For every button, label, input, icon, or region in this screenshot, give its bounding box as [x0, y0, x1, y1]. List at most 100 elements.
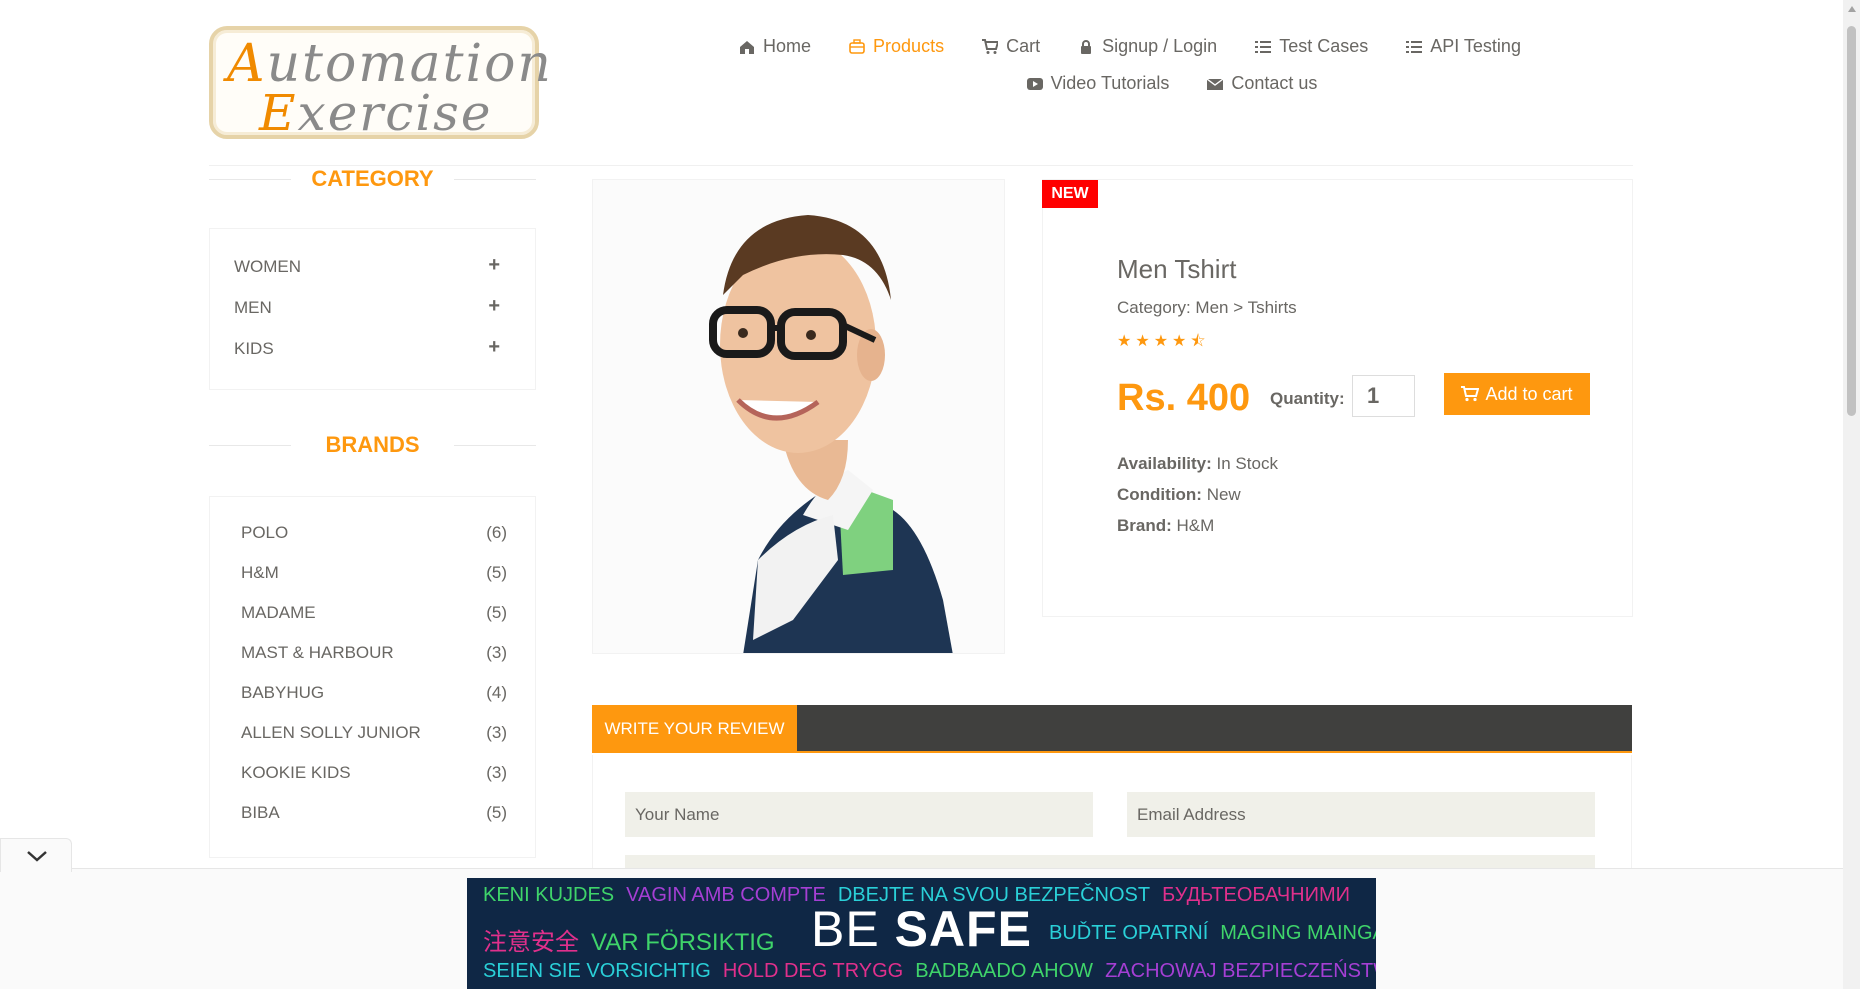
brand-name: POLO — [241, 523, 289, 542]
category-title-text: CATEGORY — [311, 166, 434, 191]
nav-video-tutorials[interactable]: Video Tutorials — [1026, 73, 1169, 94]
list-icon — [1255, 40, 1272, 53]
review-email-input[interactable] — [1127, 792, 1595, 837]
envelope-icon — [1207, 77, 1224, 90]
condition: Condition: New — [1117, 485, 1241, 505]
brand-count: (5) — [486, 803, 507, 822]
brand-count: (6) — [486, 523, 507, 542]
cart-icon — [1461, 386, 1480, 402]
brands-title-text: BRANDS — [325, 432, 420, 457]
brands-panel: POLO (6) H&M (5) MADAME (5) MAST & HARBOUR (3) B… — [209, 496, 536, 858]
ad-headline: BE SAFE — [811, 900, 1032, 958]
rating-stars: ★★★★⯪ — [1117, 330, 1210, 357]
brand-count: (5) — [486, 603, 507, 622]
nav-row-1: Home Products Cart Signup / Login Test Cases… — [700, 36, 1560, 57]
ad-phrase: SEIEN SIE VORSICHTIG — [483, 960, 711, 982]
logo-line2: Exercise — [259, 84, 492, 142]
main-nav: Home Products Cart Signup / Login Test Cases… — [700, 36, 1560, 94]
nav-cart[interactable]: Cart — [982, 36, 1040, 57]
scrollbar-thumb[interactable] — [1847, 26, 1856, 416]
cart-icon — [982, 38, 999, 54]
nav-label: Cart — [1006, 36, 1041, 56]
star-half-icon: ⯪ — [1190, 333, 1210, 350]
nav-label: Test Cases — [1279, 36, 1369, 56]
ad-phrase: BADBAADO AHOW — [915, 960, 1094, 982]
add-to-cart-button[interactable]: Add to cart — [1444, 373, 1590, 415]
list-icon — [1406, 40, 1423, 53]
quantity-label: Quantity: — [1270, 389, 1345, 408]
chevron-down-icon — [27, 851, 47, 862]
ad-phrase: HOLD DEG TRYGG — [722, 960, 904, 982]
plus-icon[interactable]: + — [488, 295, 500, 318]
product-category: Category: Men > Tshirts — [1117, 298, 1297, 317]
brand-item[interactable]: POLO (6) — [241, 523, 507, 543]
briefcase-icon — [849, 38, 865, 54]
brand-name: KOOKIE KIDS — [241, 763, 351, 782]
category-kids[interactable]: KIDS + — [234, 336, 500, 359]
quantity-input[interactable] — [1352, 375, 1415, 417]
category-label: WOMEN — [234, 257, 302, 276]
nav-row-2: Video Tutorials Contact us — [784, 73, 1560, 94]
nav-api-testing[interactable]: API Testing — [1406, 36, 1521, 57]
plus-icon[interactable]: + — [488, 336, 500, 359]
category-women[interactable]: WOMEN + — [234, 254, 500, 277]
ad-phrase: БУДЬТЕОБАЧНИМИ — [1162, 884, 1351, 906]
site-logo[interactable]: Automation Exercise — [209, 26, 551, 142]
ad-phrase: ZACHOWAJ BEZPIECZEŃSTWO — [1105, 960, 1376, 982]
brand: Brand: H&M — [1117, 516, 1214, 536]
ad-phrase: VAR FÖRSIKTIG — [591, 929, 775, 956]
nav-label: Contact us — [1231, 73, 1318, 93]
brand-item[interactable]: MADAME (5) — [241, 603, 507, 623]
nav-label: Home — [763, 36, 812, 56]
brand-label: Brand: — [1117, 516, 1172, 535]
category-men[interactable]: MEN + — [234, 295, 500, 318]
ad-phrase: MAGING MAINGAT — [1220, 922, 1376, 944]
brand-item[interactable]: BABYHUG (4) — [241, 683, 507, 703]
ad-phrase: VAGIN AMB COMPTE — [626, 884, 826, 906]
brand-name: MAST & HARBOUR — [241, 643, 394, 662]
nav-contact-us[interactable]: Contact us — [1207, 73, 1317, 94]
review-tab-bar: WRITE YOUR REVIEW — [592, 705, 1632, 753]
title-rule-left — [209, 445, 291, 446]
brand-name: MADAME — [241, 603, 316, 622]
youtube-play-icon — [1026, 77, 1043, 90]
brand-name: H&M — [241, 563, 279, 582]
nav-label: Signup / Login — [1102, 36, 1218, 56]
tab-write-review[interactable]: WRITE YOUR REVIEW — [592, 705, 797, 753]
ad-phrase: KENI KUJDES — [483, 884, 615, 906]
ad-banner[interactable]: KENI KUJDES VAGIN AMB COMPTE DBEJTE NA SVO… — [467, 878, 1376, 989]
availability-value: In Stock — [1216, 454, 1278, 473]
scroll-up-arrow-icon[interactable] — [1848, 6, 1856, 12]
plus-icon[interactable]: + — [488, 254, 500, 277]
home-icon — [740, 40, 755, 54]
review-name-input[interactable] — [625, 792, 1093, 837]
brand-item[interactable]: ALLEN SOLLY JUNIOR (3) — [241, 723, 507, 743]
brand-item[interactable]: BIBA (5) — [241, 803, 507, 823]
page-scrollbar[interactable] — [1843, 0, 1860, 989]
star-icon: ★ — [1153, 333, 1173, 350]
ad-phrase: 注意安全 — [483, 929, 579, 956]
availability: Availability: In Stock — [1117, 454, 1278, 474]
brand-item[interactable]: H&M (5) — [241, 563, 507, 583]
title-rule-left — [209, 179, 291, 180]
nav-home[interactable]: Home — [739, 36, 811, 57]
ad-headline-bold: SAFE — [894, 901, 1032, 957]
condition-value: New — [1206, 485, 1241, 504]
nav-signup-login[interactable]: Signup / Login — [1078, 36, 1217, 57]
product-photo — [593, 180, 1004, 653]
ad-line-2-right: BUĎTE OPATRNÍ MAGING MAINGAT — [1049, 922, 1376, 945]
product-price: Rs. 400 — [1117, 377, 1251, 419]
ad-collapse-toggle[interactable] — [0, 838, 72, 872]
brand-count: (3) — [486, 763, 507, 782]
brands-title: BRANDS — [209, 432, 536, 458]
brand-item[interactable]: MAST & HARBOUR (3) — [241, 643, 507, 663]
brand-value: H&M — [1176, 516, 1215, 535]
nav-products[interactable]: Products — [849, 36, 944, 57]
brand-item[interactable]: KOOKIE KIDS (3) — [241, 763, 507, 783]
nav-test-cases[interactable]: Test Cases — [1255, 36, 1368, 57]
condition-label: Condition: — [1117, 485, 1202, 504]
availability-label: Availability: — [1117, 454, 1212, 473]
ad-line-2: 注意安全 VAR FÖRSIKTIG — [483, 922, 787, 957]
product-image — [592, 179, 1005, 654]
add-to-cart-label: Add to cart — [1485, 383, 1573, 404]
